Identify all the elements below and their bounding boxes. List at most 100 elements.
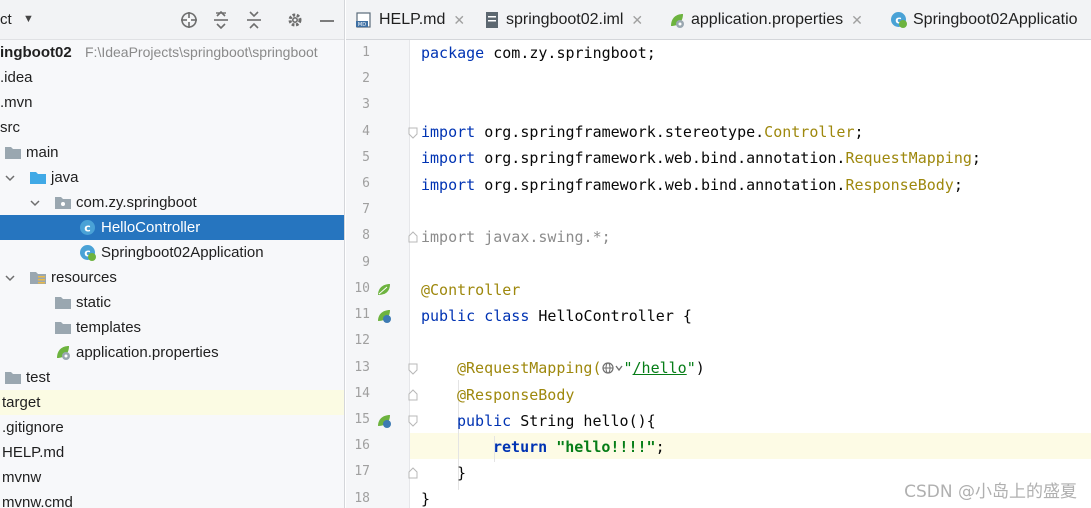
code-line-18: }	[421, 490, 430, 508]
svg-text:MD: MD	[358, 22, 366, 28]
tree-item-application-properties[interactable]: application.properties	[0, 340, 344, 365]
gear-icon[interactable]	[285, 10, 305, 30]
spring-web-gutter-icon[interactable]	[376, 413, 392, 429]
code-text: )	[695, 359, 705, 377]
resources-folder-icon	[29, 269, 47, 286]
tree-item-resources[interactable]: resources	[0, 265, 344, 290]
code-text: }	[457, 464, 467, 482]
tree-item-mvnw[interactable]: mvnw	[0, 465, 344, 490]
tree-root[interactable]: ingboot02 F:\IdeaProjects\springboot\spr…	[0, 40, 344, 65]
tree-item-java[interactable]: java	[0, 165, 344, 190]
collapse-all-icon[interactable]	[244, 10, 264, 30]
code-text: javax.swing.*;	[475, 228, 611, 246]
annotation: @ResponseBody	[457, 386, 575, 404]
fold-marker-icon[interactable]	[408, 126, 418, 139]
code-text: org.springframework.web.bind.annotation.	[475, 176, 846, 194]
tree-item-help-md[interactable]: HELP.md	[0, 440, 344, 465]
tree-item-hellocontroller[interactable]: c HelloController	[0, 215, 344, 240]
close-icon[interactable]: ✕	[851, 12, 863, 29]
tree-item-mvn[interactable]: .mvn	[0, 90, 344, 115]
editor-gutter: 1 2 3 4 5 6 7 8 9 10 11 12 13 14 15 16 1…	[346, 40, 418, 508]
tree-item-springboot02application[interactable]: c Springboot02Application	[0, 240, 344, 265]
close-icon[interactable]: ✕	[453, 12, 465, 29]
line-number: 16	[354, 438, 370, 453]
tab-springboot02-iml[interactable]: springboot02.iml ✕	[483, 0, 643, 39]
project-view-title[interactable]: ct	[0, 11, 12, 28]
tree-item-label: .idea	[0, 69, 33, 86]
tab-help-md[interactable]: MD HELP.md ✕	[356, 0, 465, 39]
code-line-11: public class HelloController {	[421, 307, 692, 325]
annotation: @Controller	[421, 281, 521, 299]
fold-marker-icon[interactable]	[408, 388, 418, 401]
close-icon[interactable]: ✕	[631, 12, 643, 29]
spring-web-gutter-icon[interactable]	[376, 308, 392, 324]
markdown-icon: MD	[356, 11, 374, 29]
fold-marker-icon[interactable]	[408, 230, 418, 243]
chevron-down-icon[interactable]	[3, 165, 17, 190]
globe-icon[interactable]	[601, 359, 624, 377]
chevron-down-icon[interactable]	[28, 190, 42, 215]
locate-target-icon[interactable]	[179, 10, 199, 30]
line-number: 6	[362, 176, 370, 191]
fold-marker-icon[interactable]	[408, 414, 418, 427]
tree-item-label: templates	[76, 319, 142, 336]
tree-item-static[interactable]: static	[0, 290, 344, 315]
line-number: 2	[362, 71, 370, 86]
chevron-down-icon[interactable]	[3, 265, 17, 290]
folder-icon	[54, 319, 72, 336]
keyword: class	[484, 307, 530, 325]
code-text: org.springframework.web.bind.annotation.	[475, 149, 846, 167]
code-text: ;	[655, 438, 665, 456]
string: "	[623, 359, 633, 377]
tree-item-gitignore[interactable]: .gitignore	[0, 415, 344, 440]
code-line-16: return "hello!!!!";	[493, 438, 665, 456]
fold-marker-icon[interactable]	[408, 466, 418, 479]
spring-properties-icon	[54, 344, 72, 361]
code-text: com.zy.springboot;	[484, 44, 656, 62]
tree-item-test[interactable]: test	[0, 365, 344, 390]
tree-item-mvnw-cmd[interactable]: mvnw.cmd	[0, 490, 344, 508]
line-number: 14	[354, 386, 370, 401]
tree-item-idea[interactable]: .idea	[0, 65, 344, 90]
fold-marker-icon[interactable]	[408, 362, 418, 375]
class-icon: c	[79, 219, 97, 236]
code-line-4: import org.springframework.stereotype.Co…	[421, 123, 864, 141]
line-number: 7	[362, 202, 370, 217]
code-line-5: import org.springframework.web.bind.anno…	[421, 149, 981, 167]
code-editor[interactable]: 1 2 3 4 5 6 7 8 9 10 11 12 13 14 15 16 1…	[346, 40, 1091, 508]
tree-item-target[interactable]: target	[0, 390, 344, 415]
tree-item-label: target	[2, 394, 41, 411]
line-number: 11	[354, 307, 370, 322]
chevron-down-icon[interactable]: ▼	[23, 13, 34, 25]
code-text: ;	[971, 149, 981, 167]
expand-all-icon[interactable]	[211, 10, 231, 30]
tree-item-label: com.zy.springboot	[76, 194, 197, 211]
line-number: 18	[354, 491, 370, 506]
string: "hello!!!!"	[556, 438, 656, 456]
module-file-icon	[483, 11, 501, 29]
keyword: import	[421, 149, 476, 167]
editor-tab-bar: MD HELP.md ✕ springboot02.iml ✕ applicat…	[346, 0, 1091, 40]
code-line-14: @ResponseBody	[457, 386, 574, 404]
tree-item-src[interactable]: src	[0, 115, 344, 140]
tree-item-label: mvnw.cmd	[2, 494, 73, 508]
url-path-link[interactable]: /hello	[633, 359, 687, 377]
tab-springboot02application[interactable]: c Springboot02Applicatio	[890, 0, 1078, 39]
watermark: CSDN @小岛上的盛夏	[904, 482, 1077, 502]
spring-properties-icon	[668, 11, 686, 29]
folder-icon	[54, 294, 72, 311]
tree-item-main[interactable]: main	[0, 140, 344, 165]
code-line-6: import org.springframework.web.bind.anno…	[421, 176, 963, 194]
code-line-13: @RequestMapping("/hello")	[457, 359, 705, 377]
code-text: ;	[854, 123, 864, 141]
tree-item-label: .mvn	[0, 94, 33, 111]
code-line-8: import javax.swing.*;	[421, 228, 611, 246]
tree-item-templates[interactable]: templates	[0, 315, 344, 340]
tab-application-properties[interactable]: application.properties ✕	[668, 0, 863, 39]
tree-item-package[interactable]: com.zy.springboot	[0, 190, 344, 215]
minimize-icon[interactable]	[317, 10, 337, 30]
line-number: 5	[362, 150, 370, 165]
spring-bean-gutter-icon[interactable]	[376, 282, 392, 298]
project-toolbar: ct ▼	[0, 0, 344, 40]
keyword-unused: import	[421, 228, 476, 246]
